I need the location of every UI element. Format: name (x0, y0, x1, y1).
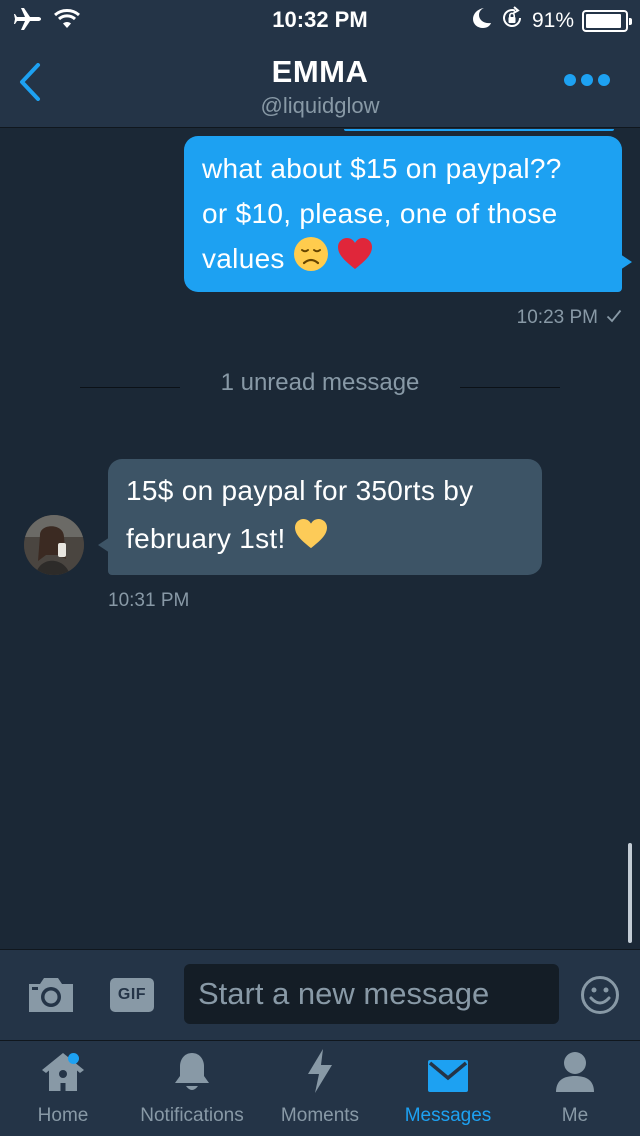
contact-name: EMMA (271, 54, 369, 89)
status-bar: 10:32 PM 91% (0, 0, 640, 40)
tab-label: Notifications (140, 1105, 244, 1126)
tab-notifications[interactable]: Notifications (128, 1041, 256, 1136)
message-line: values (202, 243, 285, 274)
contact-handle: @liquidglow (260, 93, 380, 118)
rotation-lock-icon (500, 6, 524, 35)
tab-label: Messages (404, 1105, 492, 1126)
message-line: 15$ on paypal for 350rts by (126, 475, 474, 506)
unread-divider: 1 unread message (80, 369, 560, 399)
tab-bar: Home Notifications Moments Messages Me (0, 1040, 640, 1136)
incoming-message-bubble[interactable]: 15$ on paypal for 350rts by february 1st… (98, 459, 542, 575)
bell-icon (170, 1050, 214, 1099)
tab-label: Home (37, 1105, 89, 1126)
tab-home[interactable]: Home (20, 1041, 106, 1136)
person-icon (554, 1050, 596, 1099)
gif-button[interactable]: GIF (110, 978, 154, 1012)
tab-label: Me (561, 1105, 589, 1126)
scrollbar[interactable] (628, 843, 632, 943)
tab-moments[interactable]: Moments (272, 1041, 368, 1136)
smiley-icon[interactable] (580, 975, 620, 1015)
composer-bar: GIF (0, 949, 640, 1040)
previous-message-edge (344, 129, 614, 131)
tab-label: Moments (280, 1105, 360, 1126)
message-line: what about $15 on paypal?? (202, 153, 562, 184)
lightning-icon (305, 1048, 335, 1099)
conversation-header: EMMA @liquidglow (0, 40, 640, 128)
message-timestamp: 10:23 PM (516, 307, 598, 328)
unread-divider-label: 1 unread message (220, 369, 420, 396)
disappointed-face-emoji (293, 236, 329, 285)
message-line: february 1st! (126, 523, 286, 554)
tab-me[interactable]: Me (540, 1041, 610, 1136)
home-icon (39, 1050, 87, 1099)
battery-icon (582, 9, 632, 32)
tab-messages[interactable]: Messages (396, 1041, 500, 1136)
message-line: or $10, please, one of those (202, 198, 558, 229)
message-list[interactable]: what about $15 on paypal?? or $10, pleas… (0, 129, 640, 949)
camera-button[interactable] (26, 974, 76, 1016)
notification-dot (68, 1053, 79, 1064)
message-timestamp: 10:31 PM (108, 590, 190, 611)
envelope-icon (426, 1058, 470, 1099)
camera-icon (26, 978, 76, 1020)
avatar[interactable] (24, 515, 84, 575)
yellow-heart-emoji (294, 517, 328, 565)
message-input[interactable] (184, 964, 559, 1024)
red-heart-emoji (337, 237, 373, 284)
more-dots-icon[interactable] (564, 74, 610, 86)
battery-percent: 91% (531, 8, 574, 32)
checkmark-icon (606, 307, 622, 329)
moon-icon (472, 7, 492, 34)
outgoing-message-meta: 10:23 PM (517, 307, 622, 329)
outgoing-message-bubble[interactable]: what about $15 on paypal?? or $10, pleas… (184, 136, 632, 292)
